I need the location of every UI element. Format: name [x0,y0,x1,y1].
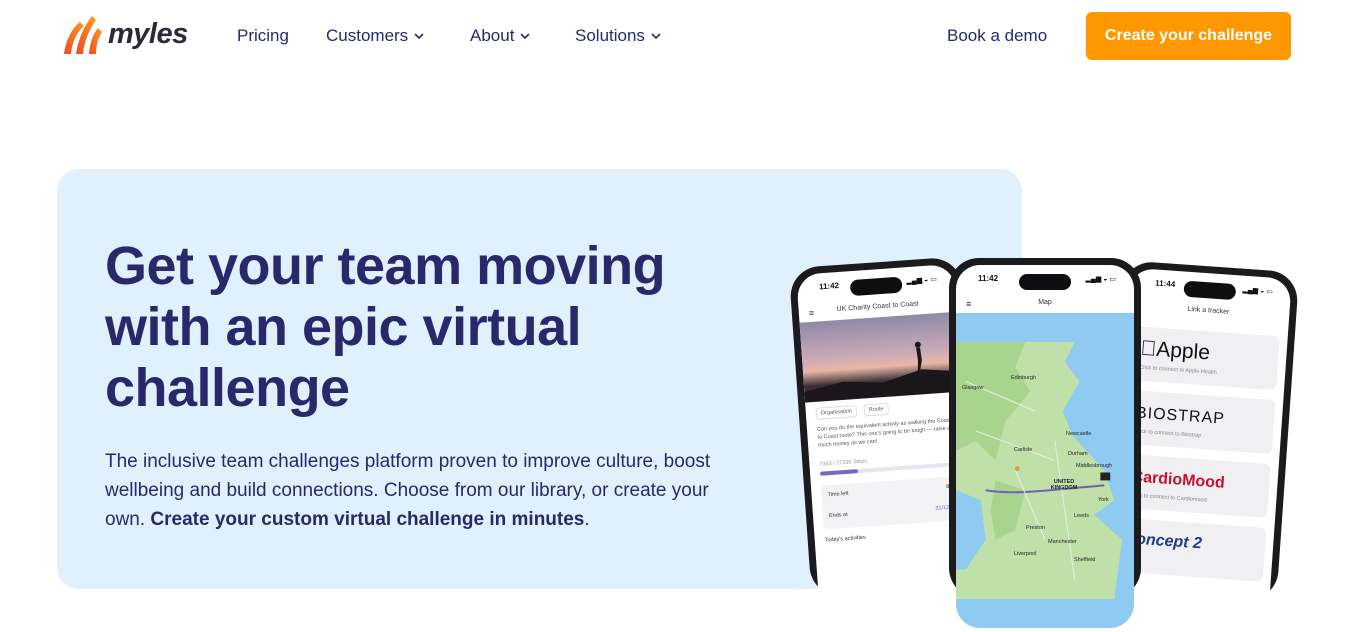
tracker-apple-sub: Click to connect to Apple Health [1139,364,1217,377]
dynamic-island [1019,274,1071,290]
map-place-preston: Preston [1026,525,1045,531]
time-left-card: Time left 8 m Ends at 31/12/20 [820,475,964,530]
todays-activities-label: Today's activities [824,534,866,544]
map-place-edinburgh: Edinburgh [1011,375,1037,381]
create-challenge-button[interactable]: Create your challenge [1086,12,1291,60]
challenge-description: Can you do the equivalent activity as wa… [816,417,954,449]
dynamic-island [1183,280,1237,301]
phone-map-screen: 11:42 ▂▄▆ ◒ ▭ ≡ Map Edinburgh Glasgow Ne… [956,265,1134,628]
nav-customers-label: Customers [326,26,409,45]
chevron-down-icon [414,33,424,40]
tracker-cardiomood-sub: Click to connect to Cardiomood [1130,492,1207,504]
hero-subtitle: The inclusive team challenges platform p… [105,447,745,534]
hero-headline: Get your team moving with an epic virtua… [105,236,666,418]
book-demo-link[interactable]: Book a demo [947,26,1047,46]
tracker-apple[interactable]: Apple Click to connect to Apple Health [1130,326,1280,391]
progress-text: 7343 / 27336 Steps [819,458,868,468]
map-place-york: York [1098,497,1109,503]
map-place-carlisle: Carlisle [1014,447,1033,453]
status-icons: ▂▄▆ ◒ ▭ [1242,286,1274,296]
map-place-manchester: Manchester [1048,539,1077,545]
tracker-apple-label: Apple [1139,336,1211,365]
chevron-down-icon [651,33,661,40]
trackers-title: Link a tracker [1187,305,1230,316]
tracker-cardiomood-name: CardioMood [1131,468,1226,492]
brand-logo[interactable]: myles [62,12,188,56]
status-icons: ▂▄▆ ◒ ▭ [906,276,938,286]
map-place-leeds: Leeds [1074,513,1089,519]
progress-bar-fill [819,469,858,476]
apple-logo-icon:  [1140,337,1157,361]
map-place-sheffield: Sheffield [1074,557,1096,563]
time-left-label: Time left [827,490,849,499]
tracker-cardiomood[interactable]: CardioMood Click to connect to Cardiomoo… [1121,453,1271,518]
phone-map: 11:42 ▂▄▆ ◒ ▭ ≡ Map Edinburgh Glasgow Ne… [949,258,1141,628]
nav-pricing[interactable]: Pricing [237,26,289,46]
map-place-glasgow: Glasgow [962,385,984,391]
hiker-silhouette-icon [804,341,963,403]
nav-customers[interactable]: Customers [326,26,424,46]
hero-subtitle-end: . [584,509,590,530]
map-place-newcastle: Newcastle [1066,431,1092,437]
challenge-hero-image [799,311,963,403]
uk-map-graphic [956,341,1123,600]
tracker-apple-name: Apple [1140,337,1211,366]
status-time: 11:42 [978,274,999,283]
hero-subtitle-bold: Create your custom virtual challenge in … [150,509,585,530]
status-time: 11:44 [1154,278,1176,289]
nav-solutions-label: Solutions [575,26,645,45]
nav-pricing-label: Pricing [237,26,289,45]
tag-route[interactable]: Route [863,402,889,417]
brand-name: myles [108,17,188,50]
dynamic-island [849,276,903,297]
map-place-liverpool: Liverpool [1014,551,1037,557]
tag-organisation[interactable]: Organisation [815,404,858,420]
tracker-biostrap-name: BIOSTRAP [1135,404,1226,428]
status-time: 11:42 [818,280,840,292]
map-place-middlesbrough: Middlesbrough [1076,463,1113,469]
nav-solutions[interactable]: Solutions [575,26,661,46]
map-title: Map [1038,299,1052,306]
chevron-down-icon [521,33,530,40]
myles-logo-icon [64,16,102,54]
status-icons: ▂▄▆ ◒ ▭ [1085,276,1116,283]
tracker-biostrap-sub: Click to connect to Biostrap [1134,428,1202,440]
ends-label: Ends at [828,511,848,520]
map-place-uk: UNITED KINGDOM [1050,479,1078,491]
tracker-biostrap[interactable]: BIOSTRAP Click to connect to Biostrap [1125,389,1276,455]
map-place-durham: Durham [1068,451,1088,457]
top-navigation: myles Pricing Customers About Solutions … [0,0,1345,72]
nav-about-label: About [470,26,515,45]
nav-about[interactable]: About [470,26,530,46]
map-view[interactable]: Edinburgh Glasgow Newcastle Carlisle UNI… [956,313,1134,628]
